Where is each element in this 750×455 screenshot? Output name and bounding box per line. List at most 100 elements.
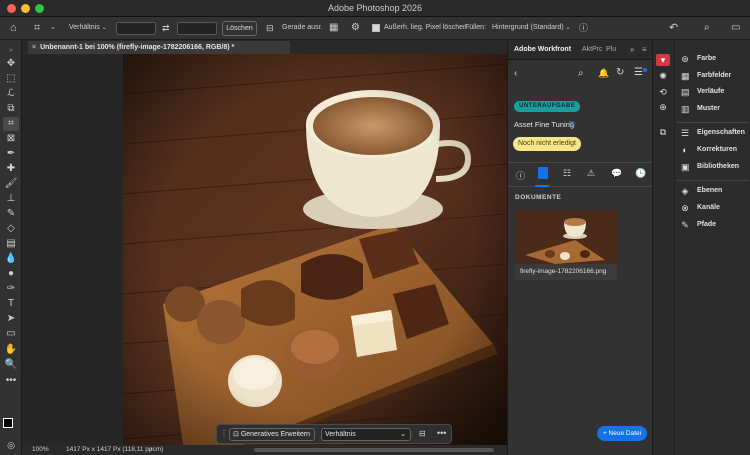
type-tool-icon[interactable]: T [3, 297, 19, 311]
swatches-icon[interactable]: ▦ [681, 71, 690, 81]
lasso-tool-icon[interactable]: ℒ [3, 87, 19, 101]
panel-collapse-icon[interactable]: » [630, 45, 634, 54]
plugin-icon[interactable]: ⊕ [656, 101, 670, 113]
panel-menu-icon[interactable]: ≡ [642, 45, 647, 54]
dock-item-ebenen[interactable]: Ebenen [697, 187, 722, 194]
clone-stamp-tool-icon[interactable]: ⊥ [3, 192, 19, 206]
collapse-toolbar-icon[interactable]: » [3, 44, 19, 58]
refresh-icon[interactable]: ↻ [616, 67, 624, 78]
issues-warning-icon[interactable]: ⚠ [587, 168, 595, 179]
chevron-down-icon[interactable]: ⌄ [50, 21, 56, 35]
tab-prc[interactable]: Prc [592, 46, 603, 53]
dock-item-farbfelder[interactable]: Farbfelder [697, 72, 731, 79]
dock-item-korrekturen[interactable]: Korrekturen [697, 146, 737, 153]
info-icon[interactable]: ⓘ [579, 21, 588, 35]
tab-plu[interactable]: Plu [606, 46, 616, 53]
tab-akt[interactable]: Akt [582, 46, 592, 53]
documents-tab-icon[interactable] [538, 167, 548, 179]
crop-tool-icon[interactable]: ⌗ [3, 117, 19, 131]
fill-select[interactable]: Hintergrund (Standard) ⌄ [489, 22, 573, 35]
straighten-label[interactable]: Gerade ausr. [282, 24, 322, 31]
comments-icon[interactable]: 💬 [611, 168, 622, 179]
pen-tool-icon[interactable]: ✑ [3, 282, 19, 296]
ratio-height-input[interactable] [177, 22, 217, 35]
rectangle-tool-icon[interactable]: ▭ [3, 327, 19, 341]
properties-icon[interactable]: ☰ [681, 128, 689, 138]
healing-brush-tool-icon[interactable]: ✚ [3, 162, 19, 176]
home-icon[interactable]: ⌂ [10, 21, 17, 35]
blur-tool-icon[interactable]: 💧 [3, 252, 19, 266]
swap-icon[interactable]: ⇄ [162, 21, 170, 35]
more-options-icon[interactable]: ••• [437, 428, 446, 438]
gradient-tool-icon[interactable]: ▤ [3, 237, 19, 251]
marquee-tool-icon[interactable]: ⬚ [3, 72, 19, 86]
adjustments-icon[interactable]: ◐ [681, 145, 689, 155]
libraries-icon[interactable]: ▣ [681, 162, 690, 172]
ratio-preset-select[interactable]: Verhältnis ⌄ [66, 22, 108, 35]
new-file-button[interactable]: + Neue Datei [597, 426, 647, 441]
history-brush-tool-icon[interactable]: ✎ [3, 207, 19, 221]
document-tab[interactable]: × Unbenannt-1 bei 100% (firefly-image-178… [28, 41, 290, 54]
history-icon[interactable]: ⟲ [656, 86, 670, 98]
hand-tool-icon[interactable]: ✋ [3, 343, 19, 357]
tasks-list-icon[interactable]: ☷ [563, 168, 571, 179]
patterns-icon[interactable]: ▥ [681, 104, 690, 114]
drag-handle-icon[interactable]: ⋮ [220, 429, 228, 438]
dock-item-bibliotheken[interactable]: Bibliotheken [697, 163, 739, 170]
arrange-icon[interactable]: ⧉ [656, 126, 670, 138]
delete-pixels-checkbox[interactable] [372, 24, 380, 32]
path-selection-tool-icon[interactable]: ➤ [3, 312, 19, 326]
search-icon[interactable]: ⌕ [704, 21, 710, 35]
dock-item-kanaele[interactable]: Kanäle [697, 204, 720, 211]
dodge-tool-icon[interactable]: ● [3, 267, 19, 281]
generative-expand-button[interactable]: ⊡ Generatives Erweitern [229, 428, 315, 441]
tab-adobe-workfront[interactable]: Adobe Workfront [514, 46, 571, 53]
clear-button[interactable]: Löschen [222, 21, 257, 36]
task-name-link[interactable]: Asset Fine Tuning [514, 120, 574, 129]
straighten-icon[interactable]: ⊟ [419, 429, 426, 438]
zoom-level[interactable]: 100% [32, 445, 49, 455]
document-image[interactable] [123, 54, 507, 445]
list-menu-icon[interactable]: ☰ [634, 67, 643, 78]
horizontal-scrollbar[interactable] [254, 448, 494, 452]
workfront-plugin-icon[interactable]: ▾ [656, 54, 670, 66]
status-menu-icon[interactable]: › [150, 445, 152, 455]
move-tool-icon[interactable]: ✥ [3, 57, 19, 71]
workspace-icon[interactable]: ▭ [731, 21, 740, 35]
eyedropper-tool-icon[interactable]: ✒ [3, 147, 19, 161]
brush-tool-icon[interactable]: 🖌 [3, 177, 19, 191]
crop-tool-icon[interactable]: ⌗ [34, 21, 40, 35]
layers-icon[interactable]: ◈ [681, 186, 689, 196]
dock-item-farbe[interactable]: Farbe [697, 55, 716, 62]
ratio-width-input[interactable] [116, 22, 156, 35]
undo-icon[interactable]: ↶ [669, 21, 678, 35]
dock-item-eigenschaften[interactable]: Eigenschaften [697, 129, 745, 136]
time-clock-icon[interactable]: 🕓 [635, 168, 646, 179]
channels-icon[interactable]: ⊗ [681, 203, 689, 213]
frame-tool-icon[interactable]: ⊠ [3, 132, 19, 146]
dock-item-pfade[interactable]: Pfade [697, 221, 716, 228]
back-chevron-icon[interactable]: ‹ [514, 68, 517, 79]
ratio-select[interactable]: Verhältnis ⌄ [321, 428, 411, 441]
paths-icon[interactable]: ✎ [681, 220, 689, 230]
dock-item-muster[interactable]: Muster [697, 105, 720, 112]
straighten-icon[interactable]: ⊟ [266, 21, 274, 35]
more-tools-icon[interactable]: ••• [3, 374, 19, 388]
document-card[interactable]: firefly-image-1782206166.png [515, 210, 617, 280]
zoom-tool-icon[interactable]: 🔍 [3, 358, 19, 372]
object-selection-tool-icon[interactable]: ⧉ [3, 102, 19, 116]
status-pill[interactable]: Noch nicht erledigt [513, 137, 581, 151]
brightness-icon[interactable]: ✺ [656, 70, 670, 82]
gradients-icon[interactable]: ▤ [681, 87, 690, 97]
quick-mask-icon[interactable]: ◎ [3, 438, 19, 452]
foreground-color-swatch[interactable] [3, 418, 13, 428]
info-icon[interactable]: ⓘ [516, 169, 525, 182]
search-icon[interactable]: ⌕ [578, 68, 584, 79]
external-link-icon[interactable]: ⧉ [569, 119, 575, 129]
close-tab-icon[interactable]: × [32, 44, 36, 51]
dock-item-verlaeufe[interactable]: Verläufe [697, 88, 724, 95]
overlay-grid-icon[interactable]: ▦ [329, 21, 338, 35]
settings-gear-icon[interactable]: ⚙ [351, 21, 360, 35]
color-panel-icon[interactable]: ⊛ [681, 54, 689, 64]
eraser-tool-icon[interactable]: ◇ [3, 222, 19, 236]
